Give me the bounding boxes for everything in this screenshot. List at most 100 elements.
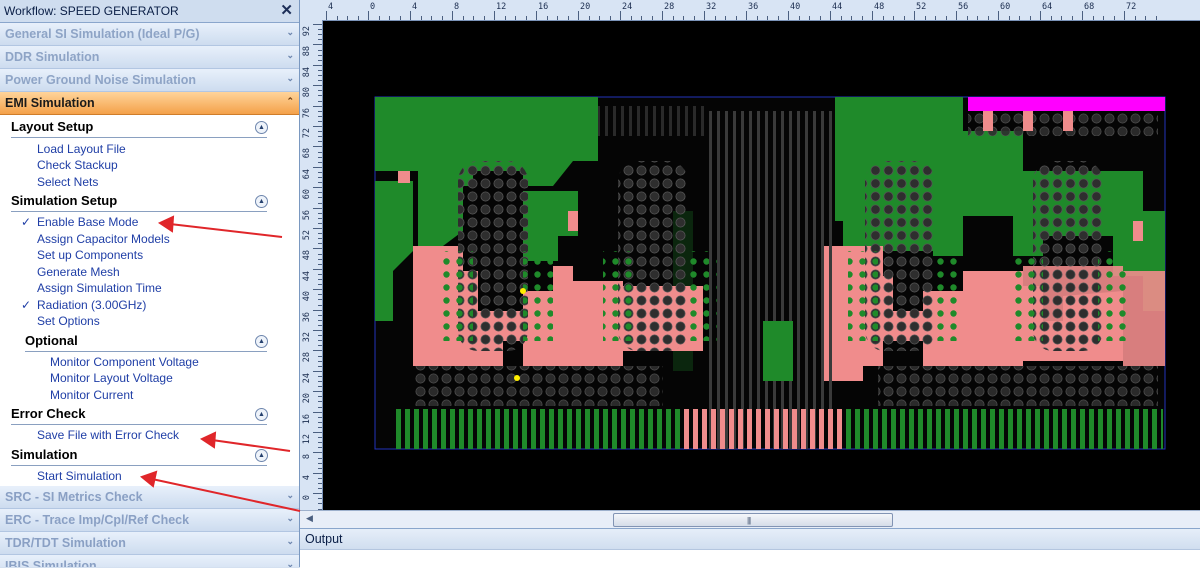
collapse-up-icon[interactable]: ▲ — [255, 449, 268, 462]
scrollbar-thumb[interactable]: ||| — [613, 513, 893, 527]
step-select-nets[interactable]: Select Nets — [37, 175, 98, 189]
ruler-tick-label: 4 — [302, 474, 312, 480]
step-radiation[interactable]: Radiation (3.00GHz) — [37, 298, 146, 312]
ruler-tick — [819, 16, 821, 20]
ruler-tick — [1050, 16, 1052, 20]
ruler-tick — [313, 309, 322, 311]
ruler-tick — [318, 406, 322, 408]
ruler-tick — [318, 360, 322, 362]
ruler-tick — [318, 457, 322, 459]
category-label: DDR Simulation — [5, 50, 100, 64]
ruler-tick — [389, 16, 390, 20]
step-monitor-component-voltage[interactable]: Monitor Component Voltage — [50, 355, 199, 369]
ruler-tick — [893, 16, 894, 20]
collapse-up-icon[interactable]: ▲ — [255, 335, 268, 348]
output-title: Output — [300, 529, 1200, 550]
ruler-tick — [318, 192, 322, 194]
ruler-tick — [1008, 16, 1010, 20]
step-check-stackup[interactable]: Check Stackup — [37, 158, 118, 172]
category-ddr[interactable]: DDR Simulation ⌄ — [0, 46, 299, 69]
step-start-simulation[interactable]: Start Simulation — [37, 469, 122, 483]
section-divider — [11, 424, 267, 425]
chevron-down-icon: ⌄ — [286, 27, 294, 37]
ruler-tick — [798, 16, 800, 20]
ruler-tick — [318, 294, 322, 296]
category-emi-simulation[interactable]: EMI Simulation ⌃ — [0, 92, 299, 115]
collapse-up-icon[interactable]: ▲ — [255, 121, 268, 134]
ruler-tick — [452, 11, 453, 20]
ruler-tick-label: 56 — [958, 2, 969, 12]
ruler-tick — [318, 299, 322, 301]
horizontal-scrollbar[interactable]: ◀ ||| — [300, 510, 1200, 528]
category-tdr-tdt[interactable]: TDR/TDT Simulation ⌄ — [0, 532, 299, 555]
ruler-tick — [767, 16, 768, 20]
step-generate-mesh[interactable]: Generate Mesh — [37, 265, 120, 279]
ruler-tick-label: 16 — [538, 2, 549, 12]
ruler-tick-label: 0 — [370, 2, 376, 12]
ruler-tick-label: 20 — [580, 2, 591, 12]
category-general-si[interactable]: General SI Simulation (Ideal P/G) ⌄ — [0, 23, 299, 46]
category-src-si-metrics[interactable]: SRC - SI Metrics Check ⌄ — [0, 486, 299, 509]
ruler-tick — [318, 39, 322, 41]
ruler-tick-label: 40 — [302, 291, 312, 302]
close-icon[interactable]: ✕ — [280, 3, 293, 18]
ruler-tick-label: 44 — [302, 270, 312, 282]
chevron-down-icon: ⌄ — [286, 536, 294, 546]
ruler-tick — [704, 11, 705, 20]
ruler-tick — [431, 16, 432, 20]
step-monitor-current[interactable]: Monitor Current — [50, 388, 133, 402]
workflow-panel-header: Workflow: SPEED GENERATOR ✕ — [0, 0, 299, 23]
ruler-tick — [318, 233, 322, 235]
ruler-tick — [318, 177, 322, 178]
ruler-tick — [318, 421, 322, 423]
ruler-tick — [318, 365, 322, 367]
step-monitor-layout-voltage[interactable]: Monitor Layout Voltage — [50, 371, 173, 385]
category-ibis[interactable]: IBIS Simulation ⌄ — [0, 555, 299, 567]
scroll-left-icon[interactable]: ◀ — [306, 513, 313, 524]
chevron-down-icon: ⌄ — [286, 50, 294, 60]
category-power-ground-noise[interactable]: Power Ground Noise Simulation ⌄ — [0, 69, 299, 92]
ruler-tick — [318, 284, 322, 286]
ruler-tick — [318, 238, 322, 240]
category-erc-trace-imp[interactable]: ERC - Trace Imp/Cpl/Ref Check ⌄ — [0, 509, 299, 532]
ruler-tick — [662, 11, 663, 20]
category-label: General SI Simulation (Ideal P/G) — [5, 27, 200, 41]
ruler-tick — [318, 467, 322, 469]
step-assign-capacitor-models[interactable]: Assign Capacitor Models — [37, 232, 170, 246]
ruler-tick — [525, 16, 527, 20]
ruler-tick — [318, 49, 322, 51]
step-save-file-with-error-check[interactable]: Save File with Error Check — [37, 428, 179, 442]
category-label: SRC - SI Metrics Check — [5, 490, 143, 504]
ruler-tick — [1103, 16, 1104, 20]
ruler-tick — [956, 11, 957, 20]
section-divider — [25, 351, 267, 352]
ruler-tick-label: 20 — [302, 393, 312, 404]
step-load-layout-file[interactable]: Load Layout File — [37, 142, 126, 156]
ruler-tick — [1040, 11, 1041, 20]
ruler-tick — [536, 11, 537, 20]
ruler-tick — [318, 222, 322, 224]
step-set-up-components[interactable]: Set up Components — [37, 248, 143, 262]
ruler-tick — [318, 171, 322, 173]
ruler-tick-label: 36 — [748, 2, 759, 12]
layout-canvas[interactable] — [323, 21, 1200, 510]
ruler-tick-label: 84 — [302, 66, 312, 78]
ruler-tick — [318, 59, 322, 61]
ruler-tick — [410, 11, 411, 20]
chevron-down-icon: ⌄ — [286, 73, 294, 83]
ruler-tick — [313, 44, 322, 46]
ruler-tick-label: 4 — [412, 2, 418, 12]
step-enable-base-mode[interactable]: Enable Base Mode — [37, 215, 138, 229]
collapse-up-icon[interactable]: ▲ — [255, 408, 268, 421]
collapse-up-icon[interactable]: ▲ — [255, 195, 268, 208]
ruler-tick — [318, 375, 322, 377]
ruler-tick — [336, 16, 338, 20]
step-set-options[interactable]: Set Options — [37, 314, 100, 328]
ruler-tick — [935, 16, 936, 20]
ruler-tick — [318, 100, 322, 102]
step-assign-simulation-time[interactable]: Assign Simulation Time — [37, 281, 162, 295]
ruler-tick — [318, 324, 322, 326]
left-ruler: 92 88 84 80 76 72 68 64 60 56 52 48 44 40 36 32 28 24 20 16… — [300, 20, 323, 510]
ruler-tick-label: 28 — [302, 352, 312, 363]
checkmark-icon: ✓ — [21, 298, 32, 312]
